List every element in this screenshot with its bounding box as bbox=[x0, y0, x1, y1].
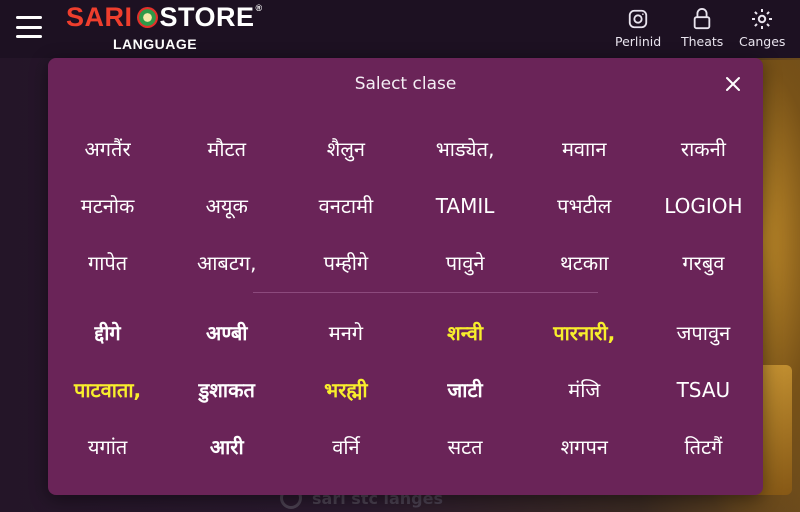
language-option[interactable]: LOGIOH bbox=[644, 177, 763, 234]
gear-icon bbox=[750, 6, 774, 32]
language-option[interactable]: जाटी bbox=[405, 361, 524, 418]
language-option[interactable]: पाटवाता, bbox=[48, 361, 167, 418]
language-option[interactable]: मटनोक bbox=[48, 177, 167, 234]
language-option[interactable]: आबटग, bbox=[167, 234, 286, 291]
language-option[interactable]: सटत bbox=[405, 418, 524, 475]
language-option[interactable]: मौटत bbox=[167, 120, 286, 177]
language-option[interactable]: मवाान bbox=[525, 120, 644, 177]
language-option[interactable]: शैलुन bbox=[286, 120, 405, 177]
language-option[interactable]: गापेत bbox=[48, 234, 167, 291]
header-action-label: Theats bbox=[681, 34, 724, 49]
language-option[interactable]: आरी bbox=[167, 418, 286, 475]
language-option[interactable]: पारनारी, bbox=[525, 304, 644, 361]
language-option[interactable]: जपावुन bbox=[644, 304, 763, 361]
header-action-canges[interactable]: Canges bbox=[739, 6, 785, 49]
language-option[interactable]: डुशाकत bbox=[167, 361, 286, 418]
modal-title: Salect clase bbox=[354, 74, 457, 94]
language-option[interactable]: अण्बी bbox=[167, 304, 286, 361]
logo-ring-icon bbox=[136, 7, 158, 28]
logo-subtitle: LANGUAGE bbox=[113, 36, 198, 52]
language-option[interactable]: यगांत bbox=[48, 418, 167, 475]
language-option[interactable]: वर्नि bbox=[286, 418, 405, 475]
language-option[interactable]: गरबुव bbox=[644, 234, 763, 291]
language-option[interactable]: थटकाा bbox=[525, 234, 644, 291]
app-header: SARI STORE ® LANGUAGE Perlinid Theats Ca… bbox=[0, 0, 800, 58]
language-grid-top: अगतैंर मौटत शैलुन भाड्येत, मवाान राकनी मटनोक अय… bbox=[48, 120, 763, 291]
close-button[interactable] bbox=[721, 72, 745, 96]
language-option[interactable]: अयूक bbox=[167, 177, 286, 234]
logo[interactable]: SARI STORE ® bbox=[66, 4, 263, 31]
language-option[interactable]: पभटील bbox=[525, 177, 644, 234]
language-option[interactable]: अगतैंर bbox=[48, 120, 167, 177]
lock-icon bbox=[691, 6, 713, 32]
registered-mark: ® bbox=[255, 3, 263, 13]
header-action-perlinid[interactable]: Perlinid bbox=[615, 6, 661, 49]
language-option[interactable]: राकनी bbox=[644, 120, 763, 177]
language-option[interactable]: TSAU bbox=[644, 361, 763, 418]
language-option[interactable]: शगपन bbox=[525, 418, 644, 475]
header-action-theats[interactable]: Theats bbox=[681, 6, 723, 49]
section-divider bbox=[253, 292, 598, 293]
language-option[interactable]: भरह्मी bbox=[286, 361, 405, 418]
language-option[interactable]: भाड्येत, bbox=[405, 120, 524, 177]
language-select-modal: Salect clase अगतैंर मौटत शैलुन भाड्येत, मवाा… bbox=[48, 58, 763, 495]
language-option[interactable]: मंजि bbox=[525, 361, 644, 418]
language-option[interactable]: पम्हीगे bbox=[286, 234, 405, 291]
logo-right-text: STORE bbox=[159, 2, 255, 32]
instagram-icon bbox=[627, 6, 649, 32]
header-action-label: Canges bbox=[739, 34, 786, 49]
header-action-label: Perlinid bbox=[615, 34, 662, 49]
language-grid-bottom: द्दीगे अण्बी मनगे शन्वी पारनारी, जपावुन पाटवात… bbox=[48, 304, 763, 475]
menu-icon[interactable] bbox=[16, 16, 42, 38]
language-option[interactable]: द्दीगे bbox=[48, 304, 167, 361]
language-option[interactable]: तिटगैं bbox=[644, 418, 763, 475]
language-option[interactable]: वनटामी bbox=[286, 177, 405, 234]
language-option[interactable]: शन्वी bbox=[405, 304, 524, 361]
logo-left-text: SARI bbox=[66, 2, 133, 32]
language-option[interactable]: मनगे bbox=[286, 304, 405, 361]
language-option[interactable]: पावुने bbox=[405, 234, 524, 291]
language-option[interactable]: TAMIL bbox=[405, 177, 524, 234]
close-icon bbox=[726, 77, 740, 91]
